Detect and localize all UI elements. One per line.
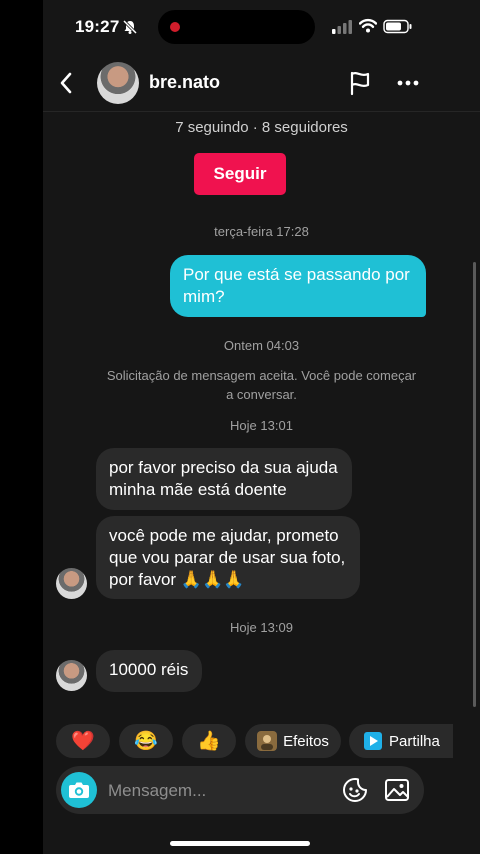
effects-label: Efeitos <box>283 732 329 750</box>
timestamp-today-1309: Hoje 13:09 <box>230 620 293 635</box>
back-arrow-icon[interactable] <box>59 71 73 95</box>
request-accepted-notice: Solicitação de mensagem aceita. Você pod… <box>106 368 417 402</box>
camera-icon <box>69 782 89 798</box>
share-button[interactable]: Partilha <box>349 724 453 758</box>
dynamic-island <box>158 10 315 44</box>
thread-scrollbar[interactable] <box>473 262 476 707</box>
recording-indicator <box>170 22 180 32</box>
message-bubble-incoming[interactable]: você pode me ajudar, prometo que vou par… <box>96 516 360 599</box>
message-thread[interactable]: 7 seguindo · 8 seguidores Seguir terça-f… <box>43 112 480 718</box>
laugh-reaction-button[interactable]: 😂 <box>119 724 173 758</box>
sender-avatar[interactable] <box>56 660 87 691</box>
sticker-icon[interactable] <box>342 777 368 803</box>
laughing-face-icon: 😂 <box>134 731 158 752</box>
cellular-signal-icon <box>332 20 352 34</box>
home-indicator[interactable] <box>170 841 310 846</box>
follow-button[interactable]: Seguir <box>194 153 286 195</box>
profile-avatar[interactable] <box>97 62 139 104</box>
message-input[interactable] <box>106 778 330 804</box>
status-time: 19:27 <box>75 17 120 36</box>
battery-icon <box>383 19 412 34</box>
effects-thumbnail-icon <box>257 731 278 751</box>
timestamp-yesterday: Ontem 04:03 <box>223 338 300 353</box>
message-bubble-incoming[interactable]: 10000 réis <box>96 650 202 692</box>
thumbs-up-reaction-button[interactable]: 👍 <box>182 724 236 758</box>
wifi-icon <box>359 18 377 33</box>
effects-button[interactable]: Efeitos <box>245 724 341 758</box>
heart-icon: ❤️ <box>71 731 95 752</box>
thumbs-up-icon: 👍 <box>197 731 221 752</box>
gallery-image-icon[interactable] <box>384 777 410 803</box>
message-bubble-outgoing[interactable]: Por que está se passando por mim? <box>170 255 426 317</box>
message-bubble-incoming[interactable]: por favor preciso da sua ajuda minha mãe… <box>96 448 352 510</box>
chat-username[interactable]: bre.nato <box>149 72 220 93</box>
share-play-icon <box>364 732 382 750</box>
report-flag-icon[interactable] <box>348 70 372 96</box>
message-composer <box>56 766 424 814</box>
status-bar: 19:27 <box>43 0 480 55</box>
camera-button[interactable] <box>61 772 97 808</box>
timestamp-tuesday: terça-feira 17:28 <box>214 224 309 239</box>
heart-reaction-button[interactable]: ❤️ <box>56 724 110 758</box>
chat-screen: 19:27 bre.nato 7 seguindo · 8 seguidores… <box>43 0 480 854</box>
silent-bell-icon <box>122 19 138 35</box>
quick-reactions-bar: ❤️ 😂 👍 Efeitos Partilha <box>43 724 480 760</box>
more-options-icon[interactable] <box>396 75 420 91</box>
follow-stats: 7 seguindo · 8 seguidores <box>175 119 348 136</box>
timestamp-today-1301: Hoje 13:01 <box>230 418 293 433</box>
sender-avatar[interactable] <box>56 568 87 599</box>
share-label: Partilha <box>389 732 440 750</box>
chat-header: bre.nato <box>43 55 480 112</box>
